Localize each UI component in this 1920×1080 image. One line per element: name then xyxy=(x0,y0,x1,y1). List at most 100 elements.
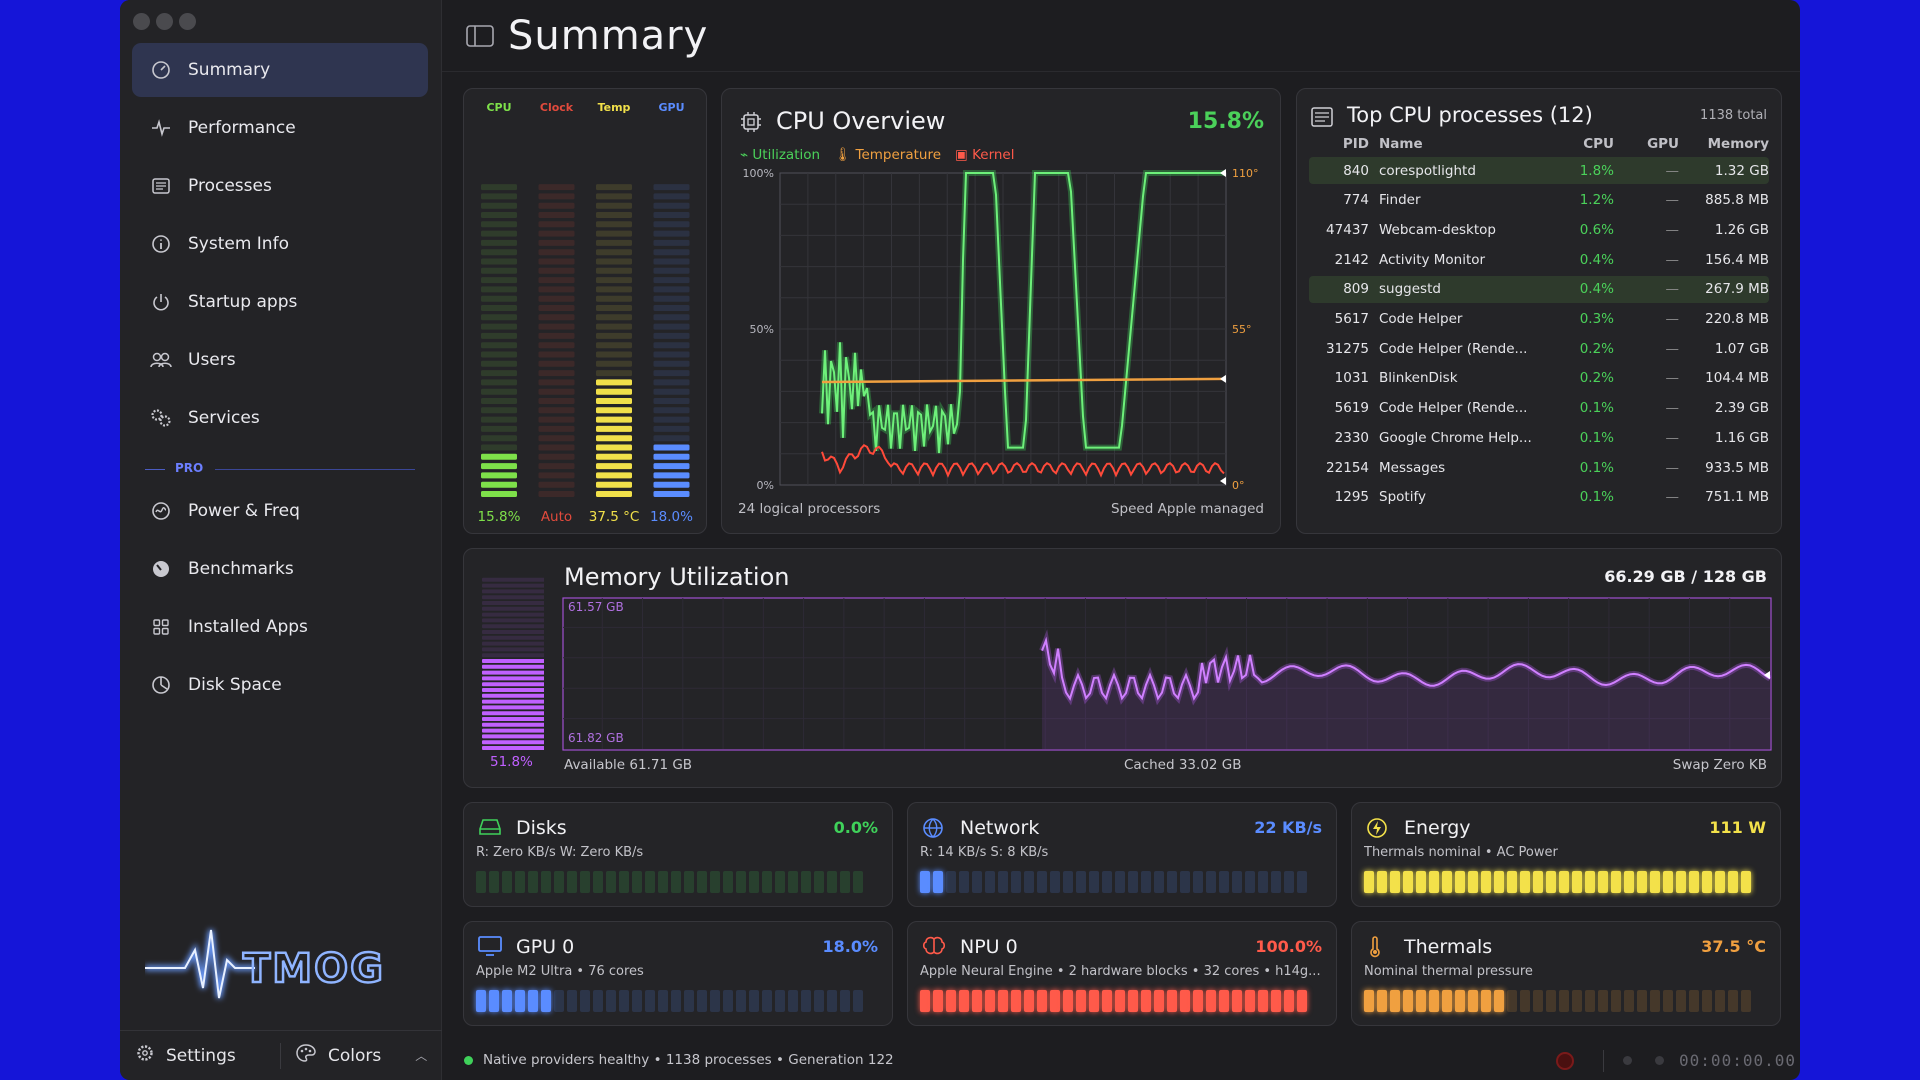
tile-title: Disks xyxy=(516,817,567,839)
thermals-tile[interactable]: Thermals 37.5 °C Nominal thermal pressure xyxy=(1351,921,1781,1026)
level-segment xyxy=(801,990,811,1012)
table-row[interactable]: 47437 Webcam-desktop 0.6% — 1.26 GB xyxy=(1309,216,1769,243)
cell-gpu: — xyxy=(1665,370,1680,387)
level-segment xyxy=(1089,871,1099,893)
sidebar-item-startup-apps[interactable]: Startup apps xyxy=(132,275,428,329)
meter-value: Auto xyxy=(541,509,572,525)
level-segment xyxy=(1455,990,1465,1012)
level-segment xyxy=(528,871,538,893)
table-row[interactable]: 2142 Activity Monitor 0.4% — 156.4 MB xyxy=(1309,246,1769,273)
cell-pid: 22154 xyxy=(1326,459,1369,476)
gpu-0-tile[interactable]: GPU 0 18.0% Apple M2 Ultra • 76 cores xyxy=(463,921,893,1026)
chevron-up-icon[interactable]: ︿ xyxy=(415,1047,427,1064)
minimize-window-button[interactable] xyxy=(156,13,173,30)
level-segment xyxy=(1416,871,1426,893)
table-row[interactable]: 774 Finder 1.2% — 885.8 MB xyxy=(1309,187,1769,214)
memory-meter-segment xyxy=(482,676,544,681)
meter-segment xyxy=(596,425,632,432)
cell-name: Google Chrome Help... xyxy=(1379,429,1532,446)
column-gpu[interactable]: GPU xyxy=(1614,136,1679,152)
level-segment xyxy=(1689,990,1699,1012)
meter-segment xyxy=(596,286,632,293)
cell-pid: 774 xyxy=(1343,192,1369,209)
table-row[interactable]: 840 corespotlightd 1.8% — 1.32 GB xyxy=(1309,157,1769,184)
level-segment xyxy=(1533,871,1543,893)
level-segment xyxy=(1494,871,1504,893)
tile-level-bar xyxy=(476,871,863,893)
level-segment xyxy=(1559,990,1569,1012)
meter-segment xyxy=(596,360,632,367)
table-row[interactable]: 2330 Google Chrome Help... 0.1% — 1.16 GB xyxy=(1309,424,1769,451)
level-segment xyxy=(1024,871,1034,893)
settings-button[interactable]: Settings xyxy=(136,1044,236,1067)
cell-gpu: — xyxy=(1665,429,1680,446)
cell-mem: 2.39 GB xyxy=(1714,400,1769,417)
meter-segment xyxy=(481,314,517,321)
level-segment xyxy=(489,871,499,893)
meter-segment xyxy=(481,435,517,442)
level-segment xyxy=(645,990,655,1012)
pause-button[interactable] xyxy=(1655,1056,1664,1065)
zoom-window-button[interactable] xyxy=(179,13,196,30)
meter-segment xyxy=(653,314,690,321)
sidebar-footer: Settings Colors ︿ xyxy=(120,1030,442,1080)
table-row[interactable]: 1295 Spotify 0.1% — 751.1 MB xyxy=(1309,484,1769,511)
column-cpu[interactable]: CPU xyxy=(1549,136,1614,152)
energy-tile[interactable]: Energy 111 W Thermals nominal • AC Power xyxy=(1351,802,1781,907)
sidebar-toggle-icon[interactable] xyxy=(466,24,494,47)
sidebar-item-power-freq[interactable]: Power & Freq xyxy=(132,484,428,538)
column-name[interactable]: Name xyxy=(1369,136,1549,152)
sidebar-item-users[interactable]: Users xyxy=(132,333,428,387)
table-row[interactable]: 5619 Code Helper (Rende... 0.1% — 2.39 GB xyxy=(1309,395,1769,422)
close-window-button[interactable] xyxy=(133,13,150,30)
level-segment xyxy=(1676,871,1686,893)
level-segment xyxy=(1494,990,1504,1012)
table-row[interactable]: 5617 Code Helper 0.3% — 220.8 MB xyxy=(1309,306,1769,333)
level-segment xyxy=(1611,990,1621,1012)
column-memory[interactable]: Memory xyxy=(1679,136,1769,152)
sidebar-item-system-info[interactable]: System Info xyxy=(132,217,428,271)
stop-button[interactable] xyxy=(1623,1056,1632,1065)
level-segment xyxy=(1637,990,1647,1012)
table-row[interactable]: 22154 Messages 0.1% — 933.5 MB xyxy=(1309,454,1769,481)
level-segment xyxy=(1741,871,1751,893)
cell-mem: 220.8 MB xyxy=(1705,311,1769,327)
meter-segment xyxy=(653,472,690,479)
sidebar-item-installed-apps[interactable]: Installed Apps xyxy=(132,600,428,654)
table-row[interactable]: 809 suggestd 0.4% — 267.9 MB xyxy=(1309,275,1769,303)
meter-segment xyxy=(653,342,690,349)
table-row[interactable]: 1031 BlinkenDisk 0.2% — 104.4 MB xyxy=(1309,365,1769,392)
sidebar-item-disk-space[interactable]: Disk Space xyxy=(132,658,428,712)
y-tick-left: 50% xyxy=(750,323,774,336)
cell-pid: 2142 xyxy=(1334,251,1369,268)
meter-segment xyxy=(596,416,632,423)
network-tile[interactable]: Network 22 KB/s R: 14 KB/s S: 8 KB/s xyxy=(907,802,1337,907)
sidebar-item-processes[interactable]: Processes xyxy=(132,159,428,213)
info-icon xyxy=(150,233,172,255)
speed-managed: Speed Apple managed xyxy=(1110,501,1264,517)
sidebar-item-summary[interactable]: Summary xyxy=(132,43,428,97)
level-segment xyxy=(1572,990,1582,1012)
meter-segment xyxy=(596,398,632,404)
bolt-icon xyxy=(1366,817,1390,839)
timer: 00:00:00.00 xyxy=(1679,1051,1796,1070)
meter-segment xyxy=(653,267,690,274)
sidebar-item-benchmarks[interactable]: Benchmarks xyxy=(132,542,428,596)
level-segment xyxy=(1141,990,1151,1012)
level-segment xyxy=(541,990,551,1012)
memory-meter-segment xyxy=(482,670,544,675)
sidebar-item-performance[interactable]: Performance xyxy=(132,101,428,155)
level-segment xyxy=(1507,990,1517,1012)
table-row[interactable]: 31275 Code Helper (Rende... 0.2% — 1.07 GB xyxy=(1309,335,1769,362)
npu-0-tile[interactable]: NPU 0 100.0% Apple Neural Engine • 2 hardw… xyxy=(907,921,1337,1026)
level-segment xyxy=(1585,871,1595,893)
colors-button[interactable]: Colors ︿ xyxy=(296,1044,427,1067)
level-segment xyxy=(645,871,655,893)
sidebar-item-services[interactable]: Services xyxy=(132,391,428,445)
disks-tile[interactable]: Disks 0.0% R: Zero KB/s W: Zero KB/s xyxy=(463,802,893,907)
meter-segment xyxy=(481,351,517,358)
record-button[interactable] xyxy=(1556,1052,1574,1070)
level-segment xyxy=(1258,990,1268,1012)
column-pid[interactable]: PID xyxy=(1309,136,1369,152)
level-segment xyxy=(554,990,564,1012)
